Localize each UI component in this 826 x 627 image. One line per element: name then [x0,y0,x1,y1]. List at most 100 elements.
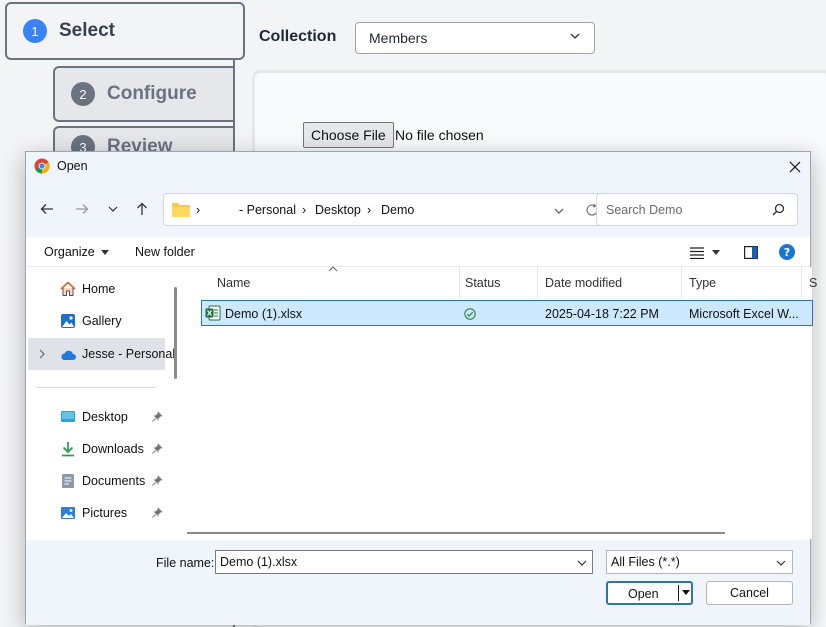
organize-menu[interactable]: Organize [44,245,110,259]
step-configure[interactable]: 2 Configure [53,66,235,122]
back-button[interactable] [36,198,58,220]
dialog-titlebar: Open [26,152,810,181]
sidebar-item-label: Gallery [82,314,122,328]
arrow-up-icon [137,202,147,215]
breadcrumb-demo[interactable]: Demo [381,203,414,217]
address-bar[interactable]: › - Personal › Desktop › Demo [163,193,609,226]
command-bar: Organize New folder ? [26,237,810,267]
file-name-input[interactable]: Demo (1).xlsx [215,550,593,574]
step-label: Select [59,20,115,41]
column-header-date[interactable]: Date modified [538,267,682,298]
search-placeholder: Search Demo [606,202,683,217]
sidebar-item-onedrive[interactable]: Jesse - Personal [28,338,175,370]
pin-icon [152,411,163,422]
onedrive-cloud-icon [61,350,76,360]
sidebar-item-documents[interactable]: Documents [28,466,166,496]
collection-label: Collection [259,28,337,45]
no-file-text: No file chosen [395,127,484,143]
collection-select[interactable]: Members [355,22,595,54]
table-row[interactable]: Demo (1).xlsx 2025-04-18 7:22 PM Microso… [201,300,813,326]
new-folder-button[interactable]: New folder [135,245,195,259]
open-file-dialog: Open › - Personal › Desktop › Demo Searc… [25,151,817,625]
column-label: Status [465,275,501,290]
step-label: Configure [107,83,197,104]
pin-icon [152,443,163,454]
file-type-value: All Files (*.*) [611,555,680,569]
recent-locations-button[interactable] [102,198,124,220]
folder-icon [172,203,190,217]
desktop-folder-icon [61,411,75,422]
pin-icon [152,475,163,486]
horizontal-scrollbar[interactable] [187,532,725,534]
navigation-bar: › - Personal › Desktop › Demo Search Dem… [26,181,810,237]
sidebar-item-label: Home [82,282,116,296]
pin-icon [152,507,163,518]
caret-down-icon[interactable] [682,590,690,596]
chevron-down-icon[interactable] [554,206,564,216]
sidebar-item-label: Desktop [82,410,128,424]
column-label: Date modified [545,275,623,290]
breadcrumb-separator: › [367,203,372,217]
file-date: 2025-04-18 7:22 PM [545,307,659,321]
split-divider [678,585,679,601]
search-input[interactable]: Search Demo [596,193,798,226]
breadcrumb-desktop[interactable]: Desktop [315,203,361,217]
sidebar-item-label: Pictures [82,506,128,520]
column-header-size[interactable]: S [802,267,817,298]
column-label: S [809,275,818,290]
step-select[interactable]: 1 Select [5,2,245,60]
sidebar-item-gallery[interactable]: Gallery [28,306,166,336]
search-icon [772,203,785,216]
choose-file-button[interactable]: Choose File [303,122,394,148]
open-button[interactable]: Open [606,581,693,605]
preview-pane-icon[interactable] [744,246,758,259]
breadcrumb-separator: › [196,203,201,217]
column-label: Type [689,275,717,290]
column-header-type[interactable]: Type [682,267,802,298]
sidebar-divider [36,387,156,388]
chevron-down-icon[interactable] [577,558,587,568]
navigation-pane: Home Gallery Jesse - Personal Desktop Do… [26,267,184,539]
pictures-icon [61,507,75,519]
forward-button[interactable] [71,198,93,220]
up-button[interactable] [131,198,153,220]
synced-check-icon [464,308,476,320]
chevron-down-icon [570,33,580,39]
sidebar-item-desktop[interactable]: Desktop [28,402,166,432]
step-number: 2 [71,82,95,106]
file-name: Demo (1).xlsx [225,307,303,321]
sort-ascending-icon [328,266,338,272]
sidebar-item-pictures[interactable]: Pictures [28,498,166,528]
documents-icon [62,474,74,488]
file-type: Microsoft Excel W... [689,307,799,321]
chevron-right-icon[interactable] [38,349,46,359]
sidebar-item-home[interactable]: Home [28,274,166,304]
column-header-name[interactable]: Name [210,266,460,298]
sidebar-scrollbar[interactable] [174,287,177,379]
arrow-right-icon [76,204,89,214]
breadcrumb-separator: › [302,203,307,217]
breadcrumb-personal[interactable]: - Personal [239,203,296,217]
dialog-title: Open [57,159,88,173]
file-type-select[interactable]: All Files (*.*) [606,550,793,574]
caret-down-icon [101,250,110,255]
downloads-icon [62,442,74,457]
close-button[interactable] [780,152,810,181]
view-options-icon[interactable] [690,247,704,259]
open-label: Open [628,587,659,601]
cancel-button[interactable]: Cancel [706,581,793,605]
svg-text:?: ? [784,246,790,259]
file-list: Name Status Date modified Type S Demo (1… [184,266,817,539]
column-label: Name [217,275,251,290]
caret-down-icon[interactable] [712,250,720,256]
help-icon[interactable]: ? [779,244,795,260]
step-number: 1 [23,19,47,43]
sidebar-item-downloads[interactable]: Downloads [28,434,166,464]
home-icon [60,281,76,296]
sidebar-item-label: Downloads [82,442,144,456]
gallery-icon [61,314,75,328]
sidebar-item-label: Documents [82,474,146,488]
column-header-status[interactable]: Status [458,267,538,298]
dialog-footer: File name: Demo (1).xlsx All Files (*.*)… [26,540,810,625]
organize-label: Organize [44,245,95,259]
